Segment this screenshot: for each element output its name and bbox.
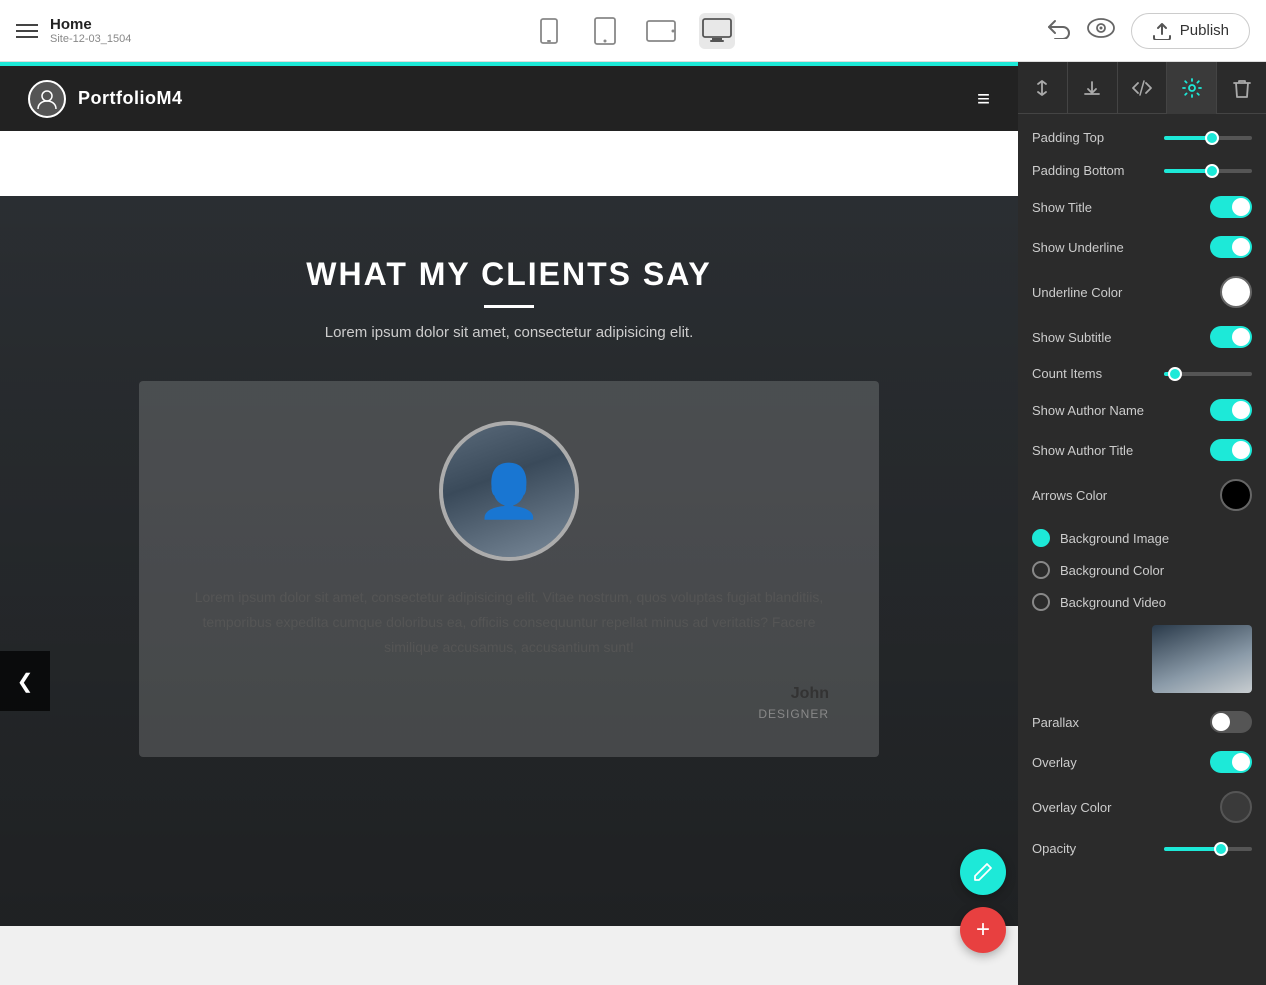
panel-tool-trash[interactable] <box>1217 62 1266 114</box>
show-subtitle-toggle[interactable] <box>1210 326 1252 348</box>
panel-tool-code[interactable] <box>1118 62 1168 114</box>
site-header: PortfolioM4 ≡ <box>0 66 1018 131</box>
show-author-name-row: Show Author Name <box>1032 399 1252 421</box>
overlay-label: Overlay <box>1032 755 1077 770</box>
padding-bottom-slider[interactable] <box>1164 169 1252 173</box>
show-author-title-toggle[interactable] <box>1210 439 1252 461</box>
count-items-row: Count Items <box>1032 366 1252 381</box>
background-image-label: Background Image <box>1060 531 1169 546</box>
overlay-color-row: Overlay Color <box>1032 791 1252 823</box>
author-avatar: 👤 <box>439 421 579 561</box>
publish-button[interactable]: Publish <box>1131 13 1250 49</box>
testimonials-section: ❮ WHAT MY CLIENTS SAY Lorem ipsum dolor … <box>0 196 1018 926</box>
show-underline-label: Show Underline <box>1032 240 1124 255</box>
background-color-row[interactable]: Background Color <box>1032 561 1252 579</box>
testimonials-content: WHAT MY CLIENTS SAY Lorem ipsum dolor si… <box>0 196 1018 797</box>
show-title-toggle[interactable] <box>1210 196 1252 218</box>
bg-thumbnail-container <box>1032 625 1252 693</box>
arrows-color-label: Arrows Color <box>1032 488 1107 503</box>
device-desktop[interactable] <box>699 13 735 49</box>
section-subtitle: Lorem ipsum dolor sit amet, consectetur … <box>20 324 998 341</box>
hamburger-menu[interactable] <box>16 24 38 38</box>
topbar: Home Site-12-03_1504 Publis <box>0 0 1266 62</box>
arrows-color-swatch[interactable] <box>1220 479 1252 511</box>
show-author-title-label: Show Author Title <box>1032 443 1133 458</box>
parallax-label: Parallax <box>1032 715 1079 730</box>
background-color-label: Background Color <box>1060 563 1164 578</box>
overlay-color-swatch[interactable] <box>1220 791 1252 823</box>
page-title: Home <box>50 16 131 33</box>
overlay-row: Overlay <box>1032 751 1252 773</box>
padding-bottom-row: Padding Bottom <box>1032 163 1252 178</box>
main-layout: PortfolioM4 ≡ ❮ WHAT MY CLIENTS SAY Lore… <box>0 62 1266 985</box>
show-underline-row: Show Underline <box>1032 236 1252 258</box>
panel-tool-settings[interactable] <box>1167 62 1217 114</box>
padding-bottom-label: Padding Bottom <box>1032 163 1125 178</box>
padding-top-slider[interactable] <box>1164 136 1252 140</box>
testimonial-card: 👤 Lorem ipsum dolor sit amet, consectetu… <box>139 381 879 757</box>
overlay-color-label: Overlay Color <box>1032 800 1111 815</box>
show-author-name-toggle[interactable] <box>1210 399 1252 421</box>
overlay-toggle[interactable] <box>1210 751 1252 773</box>
right-panel: Padding Top Padding Bottom Show Title <box>1018 62 1266 985</box>
show-underline-toggle[interactable] <box>1210 236 1252 258</box>
panel-settings-body: Padding Top Padding Bottom Show Title <box>1018 114 1266 985</box>
author-name: John <box>189 685 829 703</box>
show-title-label: Show Title <box>1032 200 1092 215</box>
count-items-slider[interactable] <box>1164 372 1252 376</box>
underline-color-row: Underline Color <box>1032 276 1252 308</box>
device-mobile[interactable] <box>531 13 567 49</box>
canvas-area: PortfolioM4 ≡ ❮ WHAT MY CLIENTS SAY Lore… <box>0 62 1018 985</box>
parallax-row: Parallax <box>1032 711 1252 733</box>
show-subtitle-label: Show Subtitle <box>1032 330 1112 345</box>
opacity-label: Opacity <box>1032 841 1076 856</box>
device-switcher <box>531 13 735 49</box>
underline-color-swatch[interactable] <box>1220 276 1252 308</box>
parallax-toggle[interactable] <box>1210 711 1252 733</box>
background-color-radio[interactable] <box>1032 561 1050 579</box>
preview-button[interactable] <box>1087 18 1115 44</box>
add-fab-button[interactable]: + <box>960 907 1006 953</box>
author-role: DESIGNER <box>189 707 829 721</box>
show-title-row: Show Title <box>1032 196 1252 218</box>
avatar <box>28 80 66 118</box>
panel-toolbar <box>1018 62 1266 114</box>
background-video-row[interactable]: Background Video <box>1032 593 1252 611</box>
testimonial-text: Lorem ipsum dolor sit amet, consectetur … <box>189 585 829 661</box>
panel-tool-reorder[interactable] <box>1018 62 1068 114</box>
bg-thumbnail[interactable] <box>1152 625 1252 693</box>
opacity-slider[interactable] <box>1164 847 1252 851</box>
site-nav-icon[interactable]: ≡ <box>977 86 990 112</box>
site-logo: PortfolioM4 <box>28 80 183 118</box>
prev-arrow-button[interactable]: ❮ <box>0 651 50 711</box>
background-video-label: Background Video <box>1060 595 1166 610</box>
title-underline <box>484 305 534 308</box>
show-subtitle-row: Show Subtitle <box>1032 326 1252 348</box>
background-video-radio[interactable] <box>1032 593 1050 611</box>
panel-tool-download[interactable] <box>1068 62 1118 114</box>
show-author-name-label: Show Author Name <box>1032 403 1144 418</box>
fab-area: + <box>960 849 1006 953</box>
padding-top-row: Padding Top <box>1032 130 1252 145</box>
site-id: Site-12-03_1504 <box>50 33 131 45</box>
device-tablet-landscape[interactable] <box>643 13 679 49</box>
background-image-row[interactable]: Background Image <box>1032 529 1252 547</box>
underline-color-label: Underline Color <box>1032 285 1122 300</box>
site-logo-name: PortfolioM4 <box>78 88 183 109</box>
padding-top-label: Padding Top <box>1032 130 1104 145</box>
edit-fab-button[interactable] <box>960 849 1006 895</box>
topbar-right-actions: Publish <box>1045 13 1250 49</box>
background-image-radio[interactable] <box>1032 529 1050 547</box>
publish-label: Publish <box>1180 22 1229 39</box>
section-title: WHAT MY CLIENTS SAY <box>20 256 998 293</box>
undo-button[interactable] <box>1045 17 1071 45</box>
opacity-row: Opacity <box>1032 841 1252 856</box>
arrows-color-row: Arrows Color <box>1032 479 1252 511</box>
topbar-site-info: Home Site-12-03_1504 <box>50 16 131 45</box>
device-tablet[interactable] <box>587 13 623 49</box>
show-author-title-row: Show Author Title <box>1032 439 1252 461</box>
count-items-label: Count Items <box>1032 366 1102 381</box>
white-spacer <box>0 131 1018 196</box>
